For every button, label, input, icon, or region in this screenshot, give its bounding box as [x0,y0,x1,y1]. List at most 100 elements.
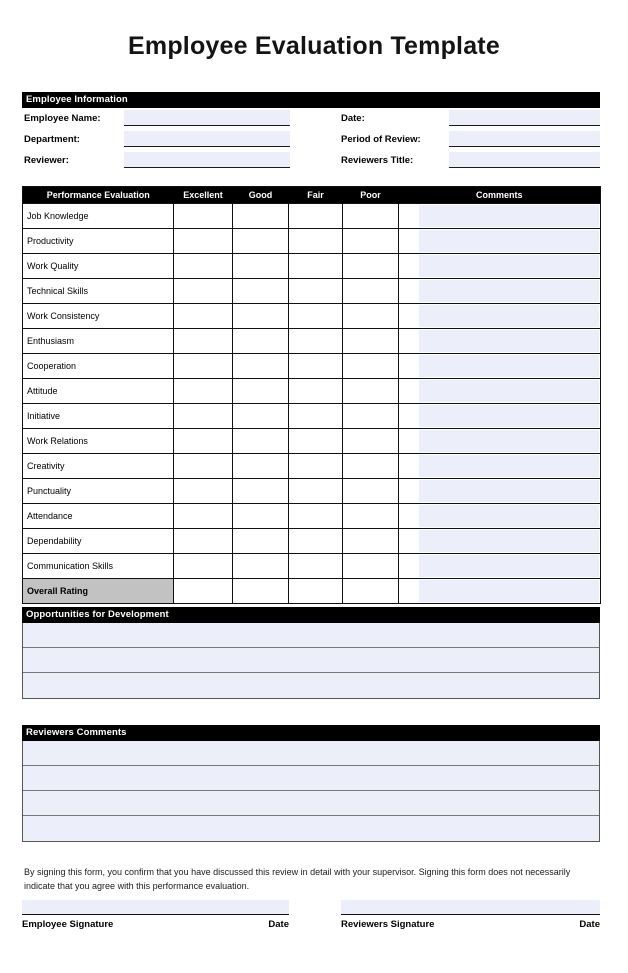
rating-cell[interactable] [232,428,289,454]
comment-input[interactable] [419,505,599,527]
rating-cell[interactable] [288,403,343,429]
rating-cell[interactable] [342,378,399,404]
rating-cell[interactable] [232,453,289,479]
rating-cell[interactable] [232,503,289,529]
rating-cell[interactable] [288,503,343,529]
rating-cell[interactable] [288,528,343,554]
comment-input[interactable] [419,305,599,327]
comment-input[interactable] [419,255,599,277]
rating-cell[interactable] [173,403,233,429]
reviewer-signature-input[interactable] [341,900,600,915]
comment-cell[interactable] [398,453,601,479]
comment-cell[interactable] [398,478,601,504]
rating-cell[interactable] [232,528,289,554]
rating-cell[interactable] [173,503,233,529]
comment-input[interactable] [419,280,599,302]
rating-cell[interactable] [232,278,289,304]
comment-cell[interactable] [398,328,601,354]
rating-cell[interactable] [288,553,343,579]
rating-cell[interactable] [232,378,289,404]
rating-cell[interactable] [342,453,399,479]
period-of-review-input[interactable] [449,131,600,147]
rating-cell[interactable] [342,253,399,279]
opportunities-line[interactable] [23,673,599,698]
rating-cell[interactable] [288,578,343,604]
rating-cell[interactable] [173,428,233,454]
rating-cell[interactable] [173,528,233,554]
rating-cell[interactable] [342,478,399,504]
rating-cell[interactable] [173,253,233,279]
rating-cell[interactable] [342,228,399,254]
comment-input[interactable] [419,580,599,602]
rating-cell[interactable] [232,553,289,579]
department-input[interactable] [124,131,290,147]
rating-cell[interactable] [342,303,399,329]
rating-cell[interactable] [232,203,289,229]
rating-cell[interactable] [232,478,289,504]
rating-cell[interactable] [342,278,399,304]
comment-cell[interactable] [398,228,601,254]
comment-cell[interactable] [398,253,601,279]
comment-input[interactable] [419,405,599,427]
rating-cell[interactable] [342,403,399,429]
rating-cell[interactable] [288,278,343,304]
rating-cell[interactable] [232,328,289,354]
opportunities-line[interactable] [23,623,599,648]
comment-cell[interactable] [398,378,601,404]
rating-cell[interactable] [232,403,289,429]
rating-cell[interactable] [288,453,343,479]
rating-cell[interactable] [342,578,399,604]
comment-input[interactable] [419,380,599,402]
comment-input[interactable] [419,330,599,352]
rating-cell[interactable] [288,228,343,254]
comment-input[interactable] [419,555,599,577]
employee-name-input[interactable] [124,110,290,126]
rating-cell[interactable] [342,428,399,454]
comment-input[interactable] [419,480,599,502]
rating-cell[interactable] [173,203,233,229]
date-input[interactable] [449,110,600,126]
rating-cell[interactable] [342,528,399,554]
reviewer-input[interactable] [124,152,290,168]
reviewers-title-input[interactable] [449,152,600,168]
employee-signature-input[interactable] [22,900,289,915]
rating-cell[interactable] [288,253,343,279]
rating-cell[interactable] [342,328,399,354]
rating-cell[interactable] [232,578,289,604]
reviewers-comments-line[interactable] [23,816,599,841]
comment-input[interactable] [419,230,599,252]
rating-cell[interactable] [232,253,289,279]
rating-cell[interactable] [288,203,343,229]
comment-cell[interactable] [398,278,601,304]
reviewers-comments-line[interactable] [23,766,599,791]
rating-cell[interactable] [342,203,399,229]
rating-cell[interactable] [232,303,289,329]
rating-cell[interactable] [288,478,343,504]
rating-cell[interactable] [342,353,399,379]
comment-cell[interactable] [398,578,601,604]
rating-cell[interactable] [342,553,399,579]
rating-cell[interactable] [173,478,233,504]
reviewers-comments-line[interactable] [23,791,599,816]
rating-cell[interactable] [288,428,343,454]
rating-cell[interactable] [173,278,233,304]
rating-cell[interactable] [173,578,233,604]
rating-cell[interactable] [173,303,233,329]
rating-cell[interactable] [288,303,343,329]
comment-cell[interactable] [398,428,601,454]
comment-cell[interactable] [398,528,601,554]
rating-cell[interactable] [173,328,233,354]
rating-cell[interactable] [173,553,233,579]
rating-cell[interactable] [288,378,343,404]
rating-cell[interactable] [173,378,233,404]
comment-cell[interactable] [398,353,601,379]
rating-cell[interactable] [173,453,233,479]
comment-cell[interactable] [398,403,601,429]
comment-input[interactable] [419,430,599,452]
rating-cell[interactable] [288,353,343,379]
comment-input[interactable] [419,455,599,477]
reviewers-comments-line[interactable] [23,741,599,766]
opportunities-line[interactable] [23,648,599,673]
rating-cell[interactable] [173,228,233,254]
rating-cell[interactable] [232,228,289,254]
